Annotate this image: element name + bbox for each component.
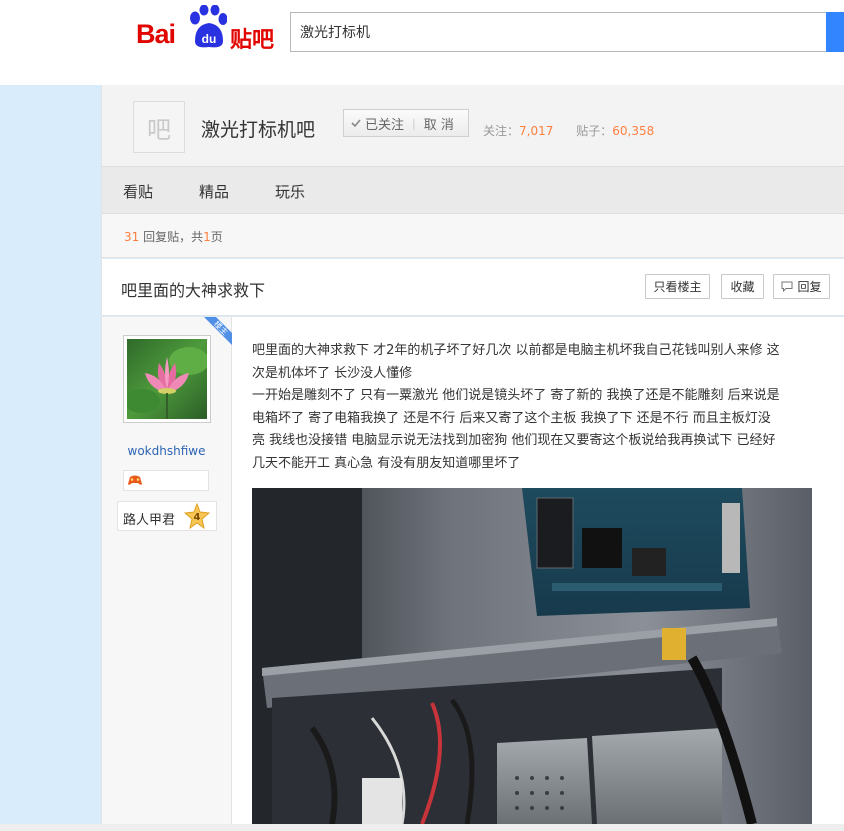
forum-title[interactable]: 激光打标机吧: [201, 115, 315, 142]
posts-count: 60,358: [612, 124, 655, 138]
page-count: 1: [203, 230, 211, 244]
post-line: 次是机体坏了 长沙没人懂修: [252, 365, 413, 381]
search-button[interactable]: [826, 12, 844, 52]
level-star-icon: 4: [184, 503, 210, 529]
forum-avatar-char: 吧: [147, 115, 171, 144]
favorite-button[interactable]: 收藏: [721, 274, 764, 299]
post-line: 亮 我线也没接错 电脑显示说无法找到加密狗 他们现在又要寄这个板说给我再换试下 …: [252, 433, 776, 448]
forum-header: 吧 激光打标机吧 已关注 | 取 消 关注：7,017 贴子：60,358: [101, 85, 844, 166]
scrollbar-track[interactable]: [0, 824, 844, 831]
thread-header: 吧里面的大神求救下 只看楼主 收藏 回复: [101, 259, 844, 316]
followed-label: 已关注: [365, 117, 405, 133]
reply-count-bar: 31 回复贴，共1页: [101, 214, 844, 258]
checkmark-icon: [351, 119, 361, 128]
thread-title: 吧里面的大神求救下: [121, 281, 266, 300]
post-body: 吧里面的大神求救下 才2年的机子坏了好几次 以前都是电脑主机坏我自己花钱叫别人来…: [252, 340, 824, 475]
divider: |: [412, 116, 416, 130]
author-username[interactable]: wokdhshfiwe: [101, 444, 232, 458]
search-input[interactable]: [291, 13, 827, 51]
followers-label: 关注：: [483, 124, 520, 138]
follow-button-group: 已关注 | 取 消: [343, 109, 469, 137]
gamepad-icon[interactable]: [127, 474, 143, 487]
post-line: 一开始是雕刻不了 只有一粟激光 他们说是镜头坏了 寄了新的 我换了还是不能雕刻 …: [252, 388, 780, 403]
reply-count-text: 31 回复贴，共1页: [124, 228, 223, 245]
paw-icon: du: [190, 5, 227, 48]
lotus-avatar-image: [124, 339, 209, 419]
forum-stats: 关注：7,017 贴子：60,358: [483, 122, 654, 139]
only-op-button[interactable]: 只看楼主: [645, 274, 710, 299]
comment-icon: [781, 281, 793, 292]
avatar[interactable]: [123, 335, 211, 423]
post-photo[interactable]: [252, 488, 812, 824]
site-header: Bai du 贴吧: [0, 0, 844, 85]
logo-text-bai: Bai: [136, 19, 176, 49]
level-number: 4: [194, 512, 201, 523]
tab-featured[interactable]: 精品: [199, 181, 229, 202]
unfollow-button[interactable]: 取 消: [424, 114, 454, 133]
forum-nav: 看贴 精品 玩乐: [101, 166, 844, 214]
logo-text-du: du: [202, 32, 217, 46]
tab-fun[interactable]: 玩乐: [275, 181, 305, 202]
reply-count-mid: 回复贴，共: [139, 230, 204, 244]
reply-button[interactable]: 回复: [773, 274, 830, 299]
user-badges: [123, 470, 209, 491]
tab-posts[interactable]: 看贴: [123, 181, 153, 202]
level-name: 路人甲君: [123, 513, 176, 528]
reply-count-end: 页: [210, 230, 223, 244]
post-line: 几天不能开工 真心急 有没有朋友知道哪里坏了: [252, 455, 521, 471]
user-level-badge[interactable]: 路人甲君 4: [117, 501, 217, 531]
reply-button-label: 回复: [797, 280, 822, 294]
baidu-tieba-logo[interactable]: Bai du 贴吧: [136, 5, 276, 53]
followers-count: 7,017: [519, 124, 554, 138]
forum-avatar[interactable]: 吧: [133, 101, 185, 153]
post-line: 电箱坏了 寄了电箱我换了 还是不行 后来又寄了这个主板 我换了下 还是不行 而且…: [252, 410, 771, 426]
reply-count: 31: [124, 230, 140, 244]
machine-internals-photo: [252, 488, 812, 824]
search-box[interactable]: [290, 12, 828, 52]
posts-label: 贴子：: [576, 124, 613, 138]
followed-status: 已关注: [344, 114, 404, 133]
post-line: 吧里面的大神求救下 才2年的机子坏了好几次 以前都是电脑主机坏我自己花钱叫别人来…: [252, 343, 780, 358]
logo-text-tieba: 贴吧: [230, 28, 275, 53]
